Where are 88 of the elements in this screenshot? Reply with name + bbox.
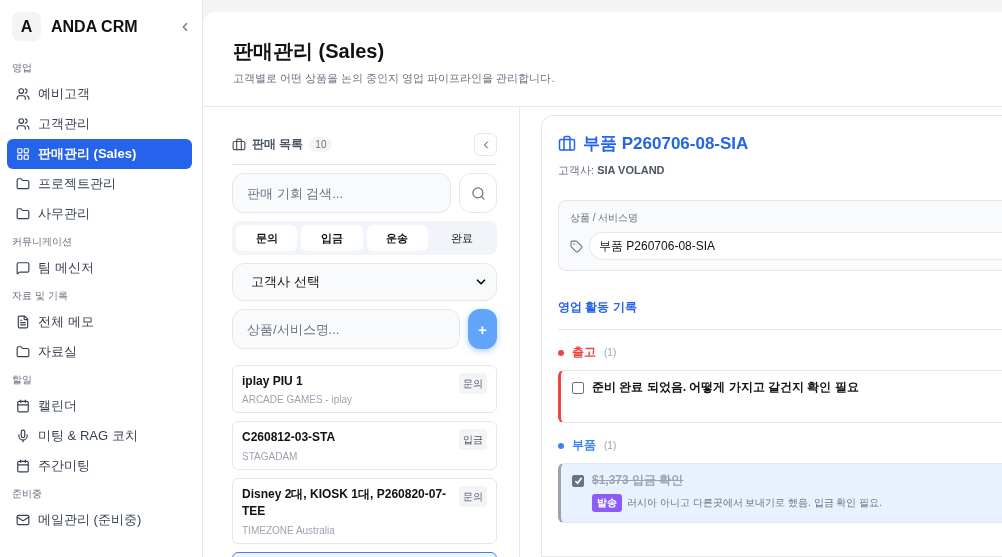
- sidebar-label: 캘린더: [38, 397, 77, 415]
- sidebar-label: 판매관리 (Sales): [38, 145, 137, 163]
- section-title: 할일: [11, 373, 33, 387]
- sidebar-label: 메일관리 (준비중): [38, 511, 142, 529]
- sidebar-label: 자료실: [38, 343, 77, 361]
- sidebar-item[interactable]: 예비고객: [7, 79, 192, 109]
- card-title: iplay PIU 1: [242, 373, 304, 390]
- card-title: Disney 2대, KIOSK 1대, P260820-07-TEE: [242, 485, 448, 521]
- sidebar-item[interactable]: 메일관리 (준비중): [7, 505, 192, 535]
- status-tag: 문의: [459, 485, 487, 507]
- list-title: 판매 목록: [252, 136, 304, 153]
- page-subtitle: 고객별로 어떤 상품을 논의 중인지 영업 파이프라인을 관리합니다.: [233, 71, 556, 86]
- sidebar-item[interactable]: 팀 메신저: [7, 253, 192, 283]
- task-note: 러시아 아니고 다른곳에서 보내기로 했음. 입금 확인 필요.: [627, 496, 882, 510]
- section-heading: 영업 활동 기록: [558, 299, 1002, 330]
- page-title: 판매관리 (Sales): [233, 39, 386, 64]
- sidebar-label: 예비고객: [38, 85, 90, 103]
- product-name-field[interactable]: 부품 P260706-08-SIA: [589, 232, 1002, 260]
- sidebar-item[interactable]: 캘린더: [7, 391, 192, 421]
- sidebar-label: 프로젝트관리: [38, 175, 116, 193]
- document-icon: [16, 315, 30, 329]
- card-subtitle: STAGADAM: [242, 450, 299, 462]
- folder-icon: [16, 207, 30, 221]
- sidebar-label: 주간미팅: [38, 457, 90, 475]
- calendar-icon: [16, 459, 30, 473]
- section-title: 자료 및 기록: [11, 289, 69, 303]
- status-filter[interactable]: 문의: [236, 225, 298, 251]
- sidebar-item[interactable]: 주간미팅: [7, 451, 192, 481]
- section-title: 커뮤니케이션: [11, 235, 73, 249]
- collapse-button[interactable]: [474, 133, 497, 156]
- sidebar-item[interactable]: 프로젝트관리: [7, 169, 192, 199]
- checkbox[interactable]: [572, 381, 584, 394]
- task-text: 준비 완료 되었음. 어떻게 가지고 갈건지 확인 필요: [592, 379, 859, 396]
- group-name: 출고: [572, 344, 596, 361]
- sales-card[interactable]: iplay PIU 1 ARCADE GAMES - iplay 문의: [232, 365, 497, 414]
- status-tag: 문의: [459, 373, 487, 394]
- search-field[interactable]: 판매 기회 검색...: [232, 173, 451, 213]
- count-badge: 10: [309, 137, 333, 152]
- users-icon: [16, 87, 30, 101]
- sales-card[interactable]: C260812-03-STA STAGADAM 입금: [232, 421, 497, 470]
- users-icon: [16, 117, 30, 131]
- grid-icon: [16, 147, 30, 161]
- sidebar-label: 사무관리: [38, 205, 90, 223]
- card-title: C260812-03-STA: [242, 429, 337, 447]
- product-field[interactable]: 상품/서비스명...: [232, 309, 460, 349]
- detail-title: 부품 P260706-08-SIA: [583, 133, 749, 155]
- sidebar-item[interactable]: 전체 메모: [7, 307, 192, 337]
- sidebar-item[interactable]: 판매관리 (Sales): [7, 139, 192, 169]
- briefcase-icon: [558, 134, 576, 153]
- field-label: 상품 / 서비스명: [570, 211, 640, 225]
- status-filter[interactable]: 입금: [301, 225, 363, 251]
- group-count: (1): [604, 440, 617, 451]
- customer-select[interactable]: 고객사 선택: [232, 263, 497, 301]
- app-name: ANDA CRM: [51, 17, 139, 36]
- task-text: $1,373 입금 확인: [592, 472, 684, 489]
- group-name: 부품: [572, 437, 596, 454]
- folder-icon: [16, 345, 30, 359]
- status-filter[interactable]: 운송: [366, 225, 428, 251]
- sidebar-item[interactable]: 고객관리: [7, 109, 192, 139]
- section-title: 준비중: [11, 487, 43, 501]
- status-filter[interactable]: 완료: [431, 225, 493, 251]
- card-subtitle: ARCADE GAMES - iplay: [242, 394, 354, 406]
- checkbox[interactable]: [572, 474, 584, 487]
- calendar-icon: [16, 399, 30, 413]
- sales-card[interactable]: Disney 2대, KIOSK 1대, P260820-07-TEE TIMEZONE Australia 문의: [232, 477, 497, 544]
- tag-icon: [570, 239, 583, 253]
- section-title: 영업: [11, 61, 33, 75]
- select-value: 고객사 선택: [251, 273, 320, 291]
- task-tag: 발송: [592, 494, 622, 512]
- sidebar-label: 고객관리: [38, 115, 90, 133]
- mail-icon: [16, 513, 30, 527]
- sidebar-item[interactable]: 미팅 & RAG 코치: [7, 421, 192, 451]
- sidebar-label: 미팅 & RAG 코치: [38, 427, 138, 445]
- briefcase-icon: [232, 137, 246, 152]
- search-icon: [470, 185, 486, 201]
- customer-line: 고객사: SIA VOLAND: [558, 163, 666, 178]
- microphone-icon: [16, 429, 30, 443]
- group-count: (1): [604, 347, 617, 358]
- status-tag: 입금: [459, 429, 487, 451]
- sidebar-label: 팀 메신저: [38, 259, 94, 277]
- logo: A: [12, 12, 41, 41]
- folder-icon: [16, 177, 30, 191]
- search-button[interactable]: [459, 173, 497, 213]
- chat-icon: [16, 261, 30, 275]
- card-subtitle: TIMEZONE Australia: [242, 524, 336, 536]
- sidebar-item[interactable]: 사무관리: [7, 199, 192, 229]
- sidebar-label: 전체 메모: [38, 313, 94, 331]
- sidebar-item[interactable]: 자료실: [7, 337, 192, 367]
